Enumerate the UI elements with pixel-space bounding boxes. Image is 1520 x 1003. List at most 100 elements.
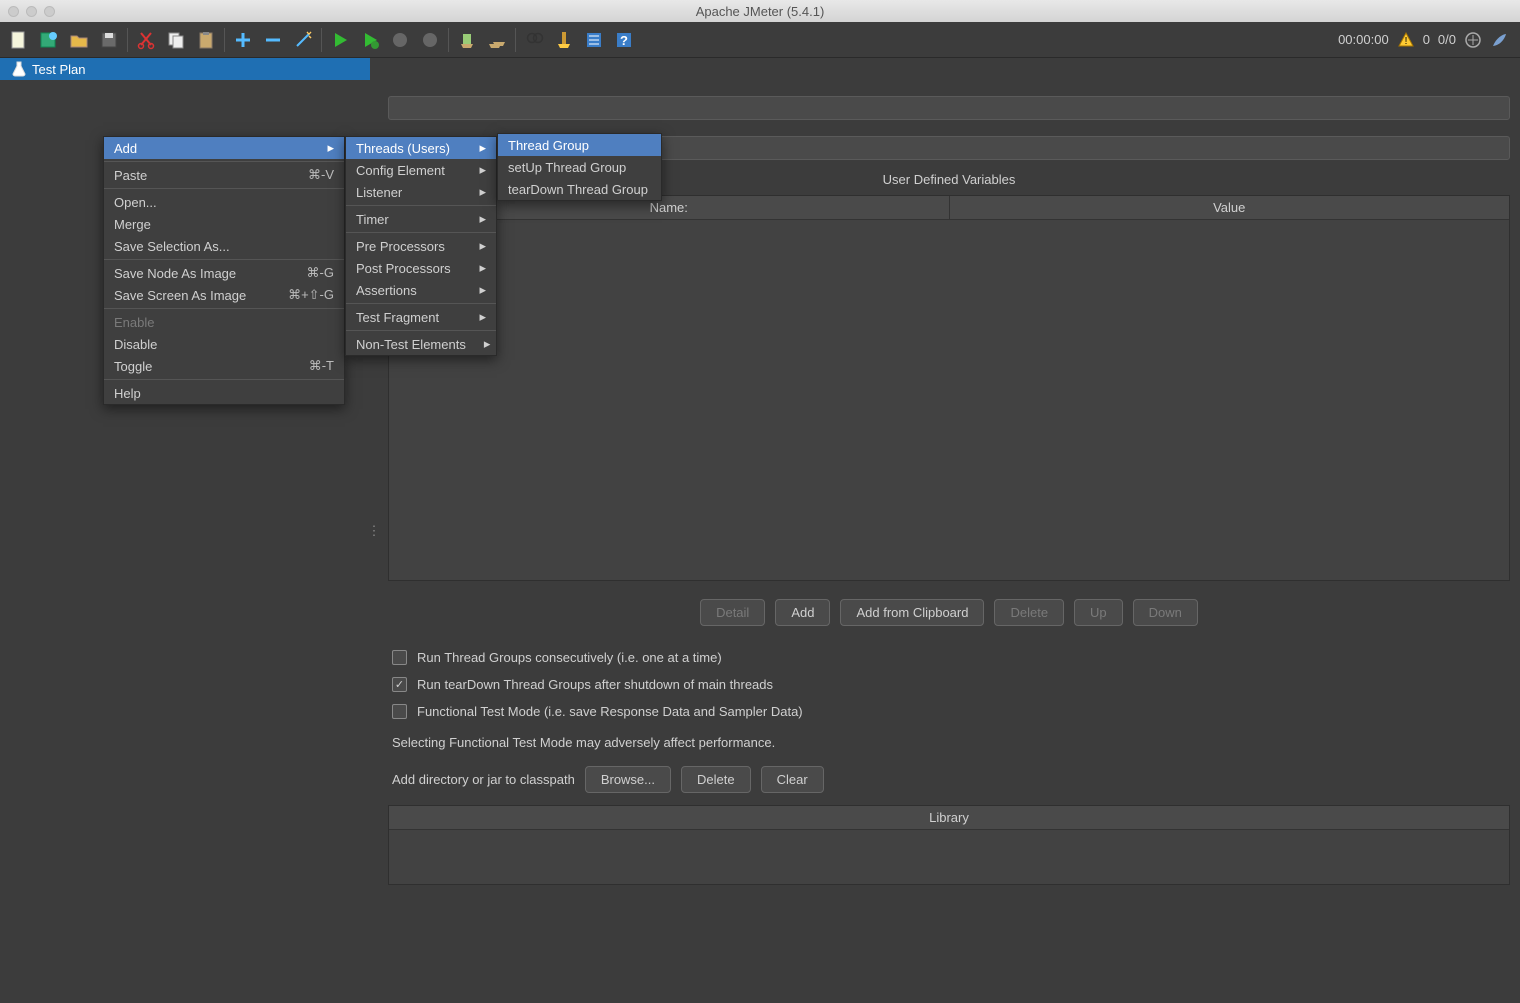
- menu-item-test-fragment[interactable]: Test Fragment▸: [346, 306, 496, 328]
- reset-search-icon[interactable]: [550, 26, 578, 54]
- menu-item-post-processors[interactable]: Post Processors▸: [346, 257, 496, 279]
- submenu-add: Threads (Users)▸ Config Element▸ Listene…: [345, 136, 497, 356]
- cut-icon[interactable]: [132, 26, 160, 54]
- menu-item-paste[interactable]: Paste⌘-V: [104, 164, 344, 186]
- menu-item-open[interactable]: Open...: [104, 191, 344, 213]
- library-table: Library: [388, 805, 1510, 885]
- separator: [448, 28, 449, 52]
- browse-button[interactable]: Browse...: [585, 766, 671, 793]
- start-icon[interactable]: [326, 26, 354, 54]
- toolbar: ? 00:00:00 ! 0 0/0: [0, 22, 1520, 58]
- search-icon[interactable]: [520, 26, 548, 54]
- checkbox-icon: ✓: [392, 677, 407, 692]
- separator: [127, 28, 128, 52]
- table-body[interactable]: [389, 220, 1509, 580]
- menu-item-assertions[interactable]: Assertions▸: [346, 279, 496, 301]
- menu-item-disable[interactable]: Disable: [104, 333, 344, 355]
- check-teardown[interactable]: ✓ Run tearDown Thread Groups after shutd…: [392, 677, 1506, 692]
- submenu-threads: Thread Group setUp Thread Group tearDown…: [497, 133, 662, 201]
- detail-button[interactable]: Detail: [700, 599, 765, 626]
- library-body[interactable]: [389, 830, 1509, 884]
- open-icon[interactable]: [65, 26, 93, 54]
- check-consecutive[interactable]: Run Thread Groups consecutively (i.e. on…: [392, 650, 1506, 665]
- table-buttons: Detail Add Add from Clipboard Delete Up …: [388, 587, 1510, 638]
- variables-table: Name: Value: [388, 195, 1510, 581]
- save-icon[interactable]: [95, 26, 123, 54]
- menu-item-save-selection[interactable]: Save Selection As...: [104, 235, 344, 257]
- col-value-header: Value: [950, 196, 1510, 219]
- up-button[interactable]: Up: [1074, 599, 1123, 626]
- separator: [224, 28, 225, 52]
- menu-item-setup-thread-group[interactable]: setUp Thread Group: [498, 156, 661, 178]
- library-header: Library: [389, 806, 1509, 830]
- checkbox-icon: [392, 704, 407, 719]
- stop-icon[interactable]: [386, 26, 414, 54]
- copy-icon[interactable]: [162, 26, 190, 54]
- functional-hint: Selecting Functional Test Mode may adver…: [388, 731, 1510, 754]
- menu-item-help[interactable]: Help: [104, 382, 344, 404]
- check-label: Functional Test Mode (i.e. save Response…: [417, 704, 803, 719]
- minus-icon[interactable]: [259, 26, 287, 54]
- check-label: Run tearDown Thread Groups after shutdow…: [417, 677, 773, 692]
- menu-item-thread-group[interactable]: Thread Group: [498, 134, 661, 156]
- tree-panel: Test Plan Add▸ Paste⌘-V Open... Merge Sa…: [0, 58, 370, 1003]
- close-window-icon[interactable]: [8, 6, 19, 17]
- start-no-timers-icon[interactable]: [356, 26, 384, 54]
- delete-button[interactable]: Delete: [994, 599, 1064, 626]
- menu-item-toggle[interactable]: Toggle⌘-T: [104, 355, 344, 377]
- status-bar: 00:00:00 ! 0 0/0: [1338, 31, 1516, 49]
- paste-icon[interactable]: [192, 26, 220, 54]
- tree-item-test-plan[interactable]: Test Plan: [0, 58, 370, 80]
- expand-icon[interactable]: [1464, 31, 1482, 49]
- check-label: Run Thread Groups consecutively (i.e. on…: [417, 650, 722, 665]
- name-field-row: [388, 96, 1510, 120]
- name-input[interactable]: [388, 96, 1510, 120]
- menu-item-add[interactable]: Add▸: [104, 137, 344, 159]
- menu-item-merge[interactable]: Merge: [104, 213, 344, 235]
- function-helper-icon[interactable]: [580, 26, 608, 54]
- check-functional[interactable]: Functional Test Mode (i.e. save Response…: [392, 704, 1506, 719]
- plus-icon[interactable]: [229, 26, 257, 54]
- menu-item-save-screen-image[interactable]: Save Screen As Image⌘+⇧-G: [104, 284, 344, 306]
- separator: [321, 28, 322, 52]
- context-menu: Add▸ Paste⌘-V Open... Merge Save Selecti…: [103, 136, 345, 405]
- classpath-label: Add directory or jar to classpath: [392, 772, 575, 787]
- add-button[interactable]: Add: [775, 599, 830, 626]
- feather-icon[interactable]: [1490, 31, 1508, 49]
- window-controls: [8, 6, 55, 17]
- menu-item-config-element[interactable]: Config Element▸: [346, 159, 496, 181]
- delete-classpath-button[interactable]: Delete: [681, 766, 751, 793]
- clear-classpath-button[interactable]: Clear: [761, 766, 824, 793]
- menu-item-enable: Enable: [104, 311, 344, 333]
- down-button[interactable]: Down: [1133, 599, 1198, 626]
- warning-icon[interactable]: !: [1397, 31, 1415, 49]
- shutdown-icon[interactable]: [416, 26, 444, 54]
- svg-text:!: !: [1404, 36, 1407, 47]
- titlebar: Apache JMeter (5.4.1): [0, 0, 1520, 22]
- clear-icon[interactable]: [453, 26, 481, 54]
- new-icon[interactable]: [5, 26, 33, 54]
- clear-all-icon[interactable]: [483, 26, 511, 54]
- tree-item-label: Test Plan: [32, 62, 85, 77]
- add-from-clipboard-button[interactable]: Add from Clipboard: [840, 599, 984, 626]
- menu-item-save-node-image[interactable]: Save Node As Image⌘-G: [104, 262, 344, 284]
- menu-item-non-test[interactable]: Non-Test Elements▸: [346, 333, 496, 355]
- menu-item-listener[interactable]: Listener▸: [346, 181, 496, 203]
- menu-item-timer[interactable]: Timer▸: [346, 208, 496, 230]
- menu-item-pre-processors[interactable]: Pre Processors▸: [346, 235, 496, 257]
- wand-icon[interactable]: [289, 26, 317, 54]
- window-title: Apache JMeter (5.4.1): [696, 4, 825, 19]
- minimize-window-icon[interactable]: [26, 6, 37, 17]
- separator: [515, 28, 516, 52]
- flask-icon: [12, 61, 26, 77]
- menu-item-threads[interactable]: Threads (Users)▸: [346, 137, 496, 159]
- zoom-window-icon[interactable]: [44, 6, 55, 17]
- checkbox-icon: [392, 650, 407, 665]
- templates-icon[interactable]: [35, 26, 63, 54]
- svg-text:?: ?: [620, 33, 628, 48]
- warning-count: 0: [1423, 32, 1430, 47]
- menu-item-teardown-thread-group[interactable]: tearDown Thread Group: [498, 178, 661, 200]
- thread-count: 0/0: [1438, 32, 1456, 47]
- elapsed-time: 00:00:00: [1338, 32, 1389, 47]
- help-icon[interactable]: ?: [610, 26, 638, 54]
